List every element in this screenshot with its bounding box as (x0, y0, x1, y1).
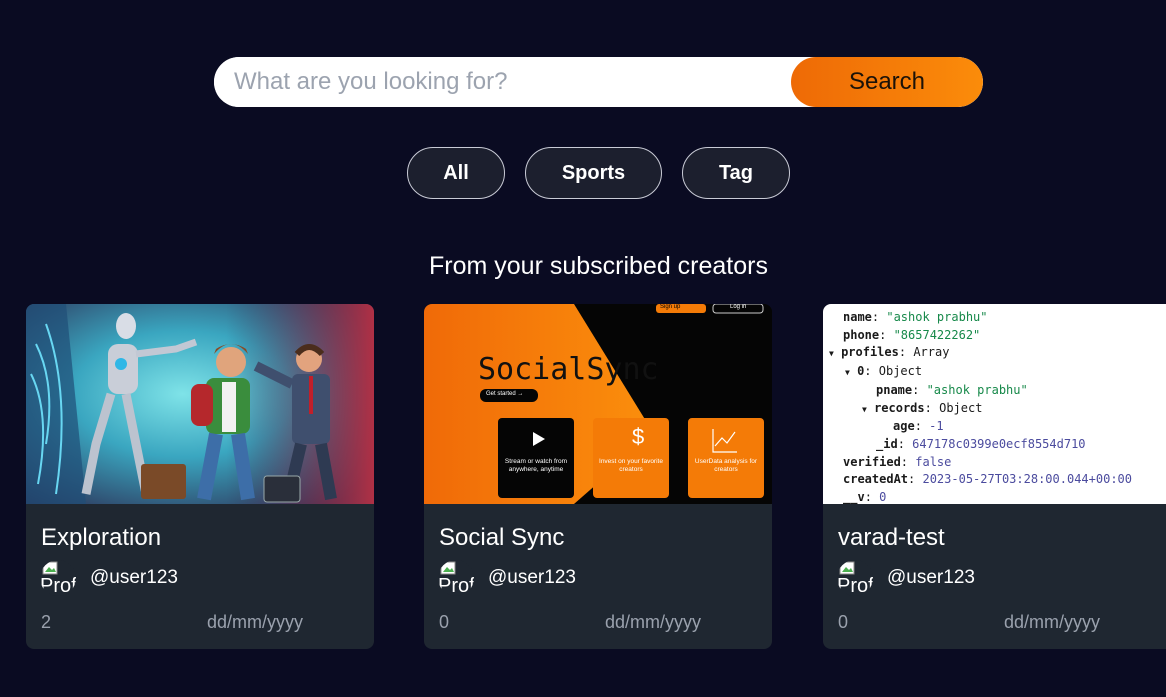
json-key: __v (843, 490, 865, 504)
view-count: 2 (41, 612, 52, 632)
filter-chip-all[interactable]: All (407, 147, 505, 199)
author-handle[interactable]: @user123 (90, 567, 178, 589)
author-row[interactable]: Prof @user123 (837, 560, 975, 596)
author-row[interactable]: Prof @user123 (438, 560, 576, 596)
view-count: 0 (838, 612, 849, 632)
expand-triangle-icon[interactable]: ▼ (845, 368, 850, 377)
upload-date: dd/mm/yyyy (1004, 612, 1101, 632)
broken-image-icon (42, 561, 58, 575)
avatar-alt-text: Prof (438, 575, 474, 596)
json-value: Object (878, 364, 923, 379)
expand-triangle-icon[interactable]: ▼ (862, 405, 867, 414)
login-button[interactable]: Log in (730, 304, 746, 310)
json-value: Object (939, 400, 983, 415)
json-key: createdAt (843, 472, 909, 487)
upload-date: dd/mm/yyyy (207, 612, 304, 632)
feature-analysis: UserData analysis for creators (694, 458, 758, 473)
section-title: From your subscribed creators (428, 252, 768, 280)
expand-triangle-icon[interactable]: ▼ (829, 349, 834, 358)
author-handle[interactable]: @user123 (488, 567, 576, 589)
json-key: pname (876, 382, 913, 397)
json-value: Array (913, 345, 950, 360)
broken-image-icon (839, 561, 855, 575)
avatar-alt-text: Prof (40, 575, 76, 596)
json-value: 2023-05-27T03:28:00.044+00:00 (922, 472, 1132, 487)
json-value: "ashok prabhu" (886, 310, 988, 324)
page: Search All Sports Tag From your subscrib… (0, 0, 1166, 697)
video-thumbnail[interactable]: Sign up Log in SocialSync Get started → … (424, 304, 772, 504)
get-started-button[interactable]: Get started → (486, 391, 523, 397)
json-key: age (893, 419, 915, 434)
json-value: "ashok prabhu" (926, 382, 1028, 397)
json-key: profiles (841, 345, 899, 360)
json-key: 0 (857, 364, 865, 379)
avatar[interactable]: Prof (40, 560, 76, 596)
json-value: -1 (929, 419, 944, 434)
json-key: verified (843, 454, 901, 469)
video-card-varad-test[interactable]: name: "ashok prabhu" phone: "8657422262"… (823, 304, 1166, 649)
json-value: 0 (879, 490, 887, 504)
author-handle[interactable]: @user123 (887, 567, 975, 589)
video-title[interactable]: varad-test (838, 524, 945, 552)
video-title[interactable]: Social Sync (439, 524, 564, 552)
json-key: name (843, 310, 872, 324)
json-value: false (915, 454, 952, 469)
upload-date: dd/mm/yyyy (605, 612, 702, 632)
thumbnail-background (424, 304, 772, 504)
dollar-icon: $ (632, 424, 645, 449)
avatar[interactable]: Prof (837, 560, 873, 596)
json-key: records (874, 400, 925, 415)
thumbnail-brand: SocialSync (478, 352, 659, 387)
avatar[interactable]: Prof (438, 560, 474, 596)
thumbnail-illustration (26, 304, 374, 504)
search-button[interactable]: Search (791, 57, 983, 107)
search-bar: Search (214, 57, 983, 107)
json-value: 647178c0399e0ecf8554d710 (912, 436, 1086, 451)
filter-chip-tag[interactable]: Tag (682, 147, 790, 199)
video-thumbnail[interactable]: name: "ashok prabhu" phone: "8657422262"… (823, 304, 1166, 504)
video-card-social-sync[interactable]: Sign up Log in SocialSync Get started → … (424, 304, 772, 649)
video-title[interactable]: Exploration (41, 524, 161, 552)
search-input[interactable] (214, 57, 791, 107)
video-thumbnail[interactable] (26, 304, 374, 504)
json-value: "8657422262" (893, 327, 981, 342)
feature-invest: Invest on your favorite creators (599, 458, 663, 473)
filter-chip-sports[interactable]: Sports (525, 147, 662, 199)
json-key: _id (876, 436, 898, 451)
author-row[interactable]: Prof @user123 (40, 560, 178, 596)
signup-button[interactable]: Sign up (660, 304, 680, 310)
view-count: 0 (439, 612, 450, 632)
video-card-exploration[interactable]: Exploration Prof @user123 2 dd/mm/yyyy (26, 304, 374, 649)
json-key: phone (843, 327, 880, 342)
avatar-alt-text: Prof (837, 575, 873, 596)
feature-stream: Stream or watch from anywhere, anytime (504, 458, 568, 473)
broken-image-icon (440, 561, 456, 575)
